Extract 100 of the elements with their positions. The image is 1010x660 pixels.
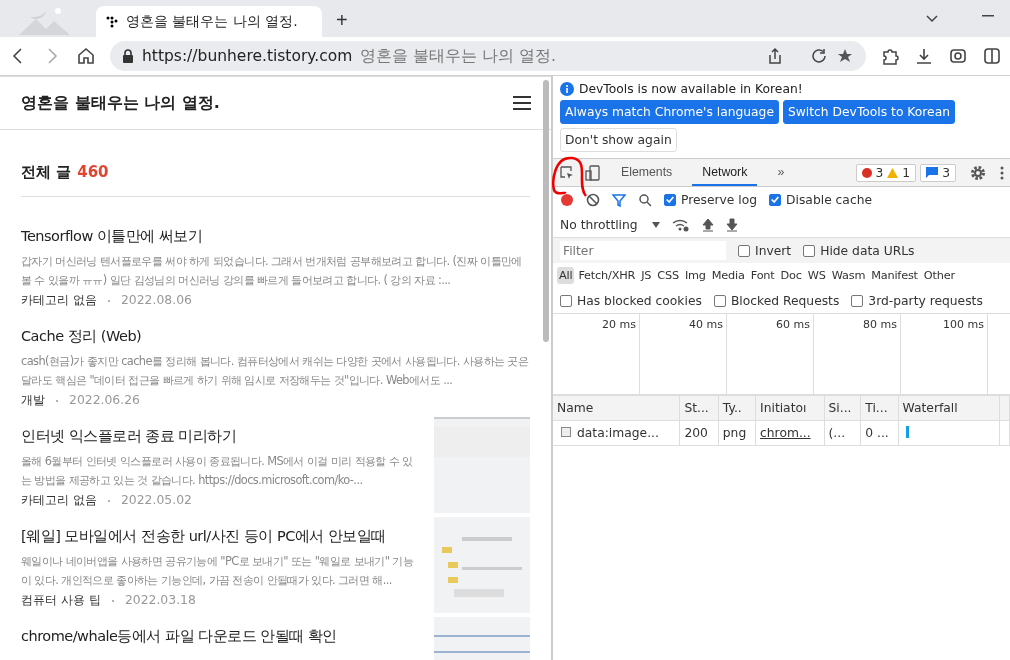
menu-icon[interactable]: [513, 96, 531, 110]
type-filter[interactable]: Font: [748, 267, 777, 284]
search-icon[interactable]: [638, 192, 652, 207]
download-icon[interactable]: [914, 46, 934, 66]
post-excerpt: 갑자기 머신러닝 텐서플로우를 써야 하게 되었습니다. 그래서 번개처럼 공부해보려고 합니다. (진짜 이틀만에 볼 수 있을까 ㅠㅠ) 일단 김성님의 머신러닝 강의를 빠르게 들어보려고 합니다. ( 강의 자료 :...: [21, 253, 523, 289]
messages-badge[interactable]: 3: [920, 163, 956, 182]
address-bar[interactable]: https://bunhere.tistory.com 영혼을 불태우는 나의 열정.: [110, 41, 866, 71]
post-excerpt: cash(현금)가 좋지만 cache를 정리해 봅니다. 컴퓨터상에서 캐쉬는 다양한 곳에서 사용됩니다. 사용하는 곳은 달라도 핵심은 "데이터 접근을 빠르게 하기 위해 임시로 저장해두는 것"입니다. Web에서도 ...: [21, 353, 530, 389]
type-filter[interactable]: Manifest: [869, 267, 920, 284]
type-filter[interactable]: JS: [639, 267, 654, 284]
time-tick: 60 ms: [727, 314, 814, 394]
checkbox[interactable]: [803, 244, 816, 257]
warning-icon: [887, 167, 899, 178]
throttling-dropdown[interactable]: No throttling: [560, 217, 660, 232]
more-options-icon[interactable]: [1000, 165, 1004, 180]
checkbox[interactable]: [738, 244, 750, 257]
blog-title[interactable]: 영혼을 불태우는 나의 열정.: [21, 92, 220, 114]
network-conditions-icon[interactable]: [671, 217, 690, 232]
post-category[interactable]: 개발: [21, 392, 45, 409]
type-filter[interactable]: Doc: [778, 267, 804, 284]
clear-icon[interactable]: [586, 192, 600, 207]
warning-count: 1: [902, 165, 911, 180]
column-header[interactable]: Waterfall: [898, 396, 1000, 421]
post-category[interactable]: 카테고리 없음: [21, 492, 97, 509]
share-icon[interactable]: [766, 47, 784, 65]
table-cell: 200: [679, 420, 719, 446]
devtools-tab[interactable]: Elements: [611, 159, 683, 186]
time-tick: 100 ms: [901, 314, 988, 394]
type-filter[interactable]: All: [557, 267, 575, 284]
download-icon[interactable]: [725, 217, 738, 232]
home-icon[interactable]: [76, 46, 96, 66]
info-bar-button[interactable]: Always match Chrome's language: [560, 100, 779, 124]
post-title[interactable]: 인터넷 익스플로러 종료 미리하기: [21, 427, 420, 446]
star-icon[interactable]: [836, 47, 854, 65]
sidebar-icon[interactable]: [982, 46, 1002, 66]
checkbox[interactable]: [713, 294, 726, 307]
extension-icon[interactable]: [880, 46, 900, 66]
image-file-icon: [561, 427, 571, 437]
screenshot-icon[interactable]: [948, 46, 968, 66]
column-header[interactable]: Si...: [824, 396, 861, 421]
info-message: DevTools is now available in Korean!: [579, 82, 803, 96]
type-filter[interactable]: WS: [805, 267, 828, 284]
info-bar-button[interactable]: Switch DevTools to Korean: [783, 100, 955, 124]
checkbox[interactable]: [560, 294, 572, 307]
more-tabs-button[interactable]: »: [767, 159, 795, 186]
post-title[interactable]: [웨일] 모바일에서 전송한 url/사진 등이 PC에서 안보일때: [21, 527, 420, 546]
checkbox-label: Has blocked cookies: [577, 293, 702, 308]
error-icon: [861, 167, 872, 178]
section-heading: 전체 글: [21, 163, 72, 182]
time-tick: 80 ms: [814, 314, 901, 394]
record-icon[interactable]: [560, 192, 574, 207]
post-category[interactable]: 카테고리 없음: [21, 292, 97, 309]
column-header[interactable]: Name: [553, 396, 680, 421]
minimize-icon[interactable]: [982, 14, 994, 17]
post-title[interactable]: chrome/whale등에서 파일 다운로드 안될때 확인: [21, 627, 420, 646]
table-cell: chrom...: [755, 420, 825, 446]
info-icon: [560, 82, 574, 96]
tab-title: 영혼을 불태우는 나의 열정.: [126, 12, 298, 31]
checkbox[interactable]: [769, 193, 782, 206]
caret-icon: [651, 221, 660, 228]
table-cell: data:image...: [553, 420, 680, 446]
checkbox-label: Invert: [755, 243, 792, 258]
error-count: 3: [875, 165, 884, 180]
message-icon: [926, 167, 939, 178]
issues-badge[interactable]: 3 1: [855, 163, 917, 182]
checkbox-label: 3rd-party requests: [868, 293, 983, 308]
column-header[interactable]: Initiatoı: [755, 396, 825, 421]
column-header[interactable]: Ti...: [860, 396, 899, 421]
settings-icon[interactable]: [970, 164, 986, 181]
browser-tab[interactable]: 영혼을 불태우는 나의 열정.: [96, 6, 322, 37]
type-filter[interactable]: Media: [709, 267, 747, 284]
table-cell: 0 ...: [860, 420, 899, 446]
post-count: 460: [77, 163, 109, 182]
column-header[interactable]: St...: [679, 396, 719, 421]
post-date: 2022.03.18: [124, 592, 196, 609]
type-filter[interactable]: Img: [682, 267, 708, 284]
post-category[interactable]: 컴퓨터 사용 팁: [21, 592, 101, 609]
column-header[interactable]: Ty..: [718, 396, 756, 421]
device-toolbar-icon[interactable]: [585, 164, 601, 181]
post-excerpt: 올해 6월부터 인터넷 익스플로러 사용이 종료됩니다. MS에서 이걸 미리 적용할 수 있는 방법을 제공하고 있는 것 같습니다. https://docs.microsoft.com/ko-...: [21, 453, 414, 489]
new-tab-button[interactable]: +: [330, 8, 354, 33]
chevron-down-icon[interactable]: [926, 14, 938, 23]
type-filter[interactable]: CSS: [655, 267, 681, 284]
info-bar-button[interactable]: Don't show again: [560, 128, 677, 152]
upload-icon[interactable]: [701, 217, 714, 232]
filter-field[interactable]: Filter: [560, 241, 726, 260]
scrollbar[interactable]: [543, 80, 549, 342]
devtools-tab[interactable]: Network: [692, 159, 758, 186]
checkbox[interactable]: [851, 294, 864, 307]
waterfall-bar: [905, 425, 909, 438]
post-excerpt: 웨일이나 네이버앱을 사용하면 공유기능에 "PC로 보내기" 또는 "웨일로 보내기" 기능이 있다. 개인적으로 좋아하는 기능인데, 가끔 전송이 안될때가 있다. 그러면 해...: [21, 553, 415, 589]
type-filter[interactable]: Other: [921, 267, 957, 284]
type-filter[interactable]: Fetch/XHR: [576, 267, 638, 284]
filter-icon[interactable]: [612, 192, 626, 207]
reload-icon[interactable]: [810, 47, 828, 65]
checkbox[interactable]: [664, 193, 676, 206]
post-title[interactable]: Cache 정리 (Web): [21, 327, 530, 346]
type-filter[interactable]: Wasm: [829, 267, 868, 284]
post-title[interactable]: Tensorflow 이틀만에 써보기: [21, 227, 530, 246]
inspect-icon[interactable]: [559, 164, 575, 181]
